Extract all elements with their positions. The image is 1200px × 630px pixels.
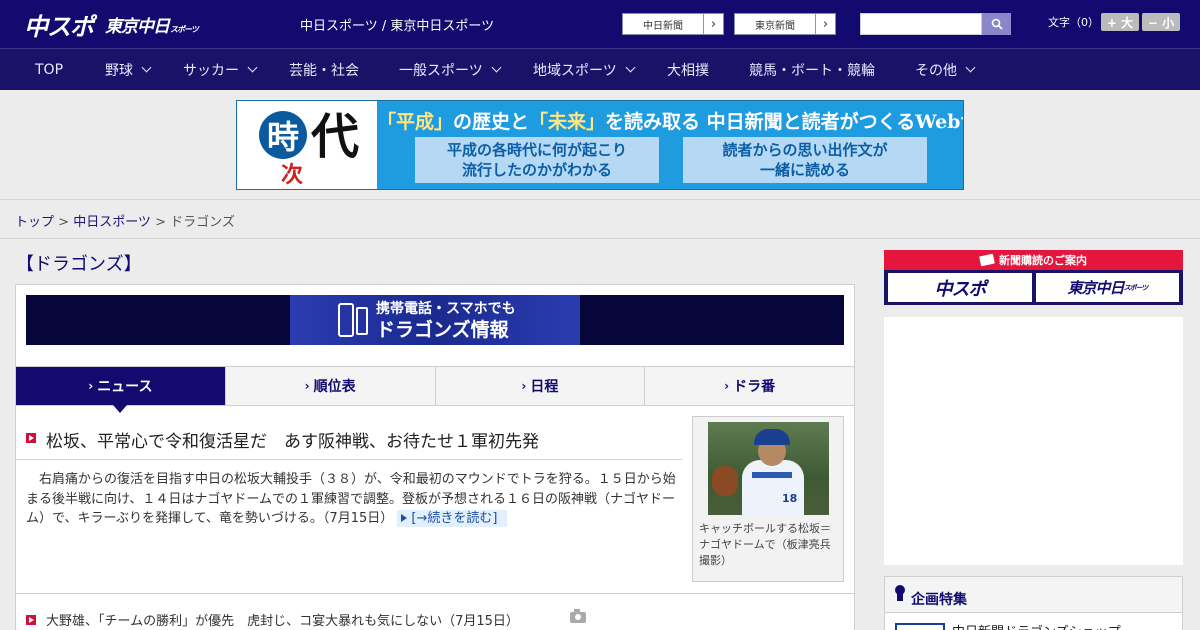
font-smaller-button[interactable]: − 小: [1142, 13, 1180, 31]
banner-headline: 「平成」の歴史と「未来」を読み取る 中日新聞と読者がつくるWebサイト: [377, 111, 963, 133]
site-logo[interactable]: 中スポ 東京中日スポーツ: [24, 7, 199, 42]
lead-article-body: 右肩痛からの復活を目指す中日の松坂大輔投手（３８）が、令和最初のマウンドでトラを…: [26, 472, 676, 527]
chevron-right-icon: ›: [724, 379, 730, 393]
camera-icon: [570, 609, 586, 623]
mobile-phone-icon: [356, 307, 368, 335]
nav-item-top[interactable]: TOP: [35, 49, 63, 90]
nav-item-entertainment[interactable]: 芸能・社会: [289, 49, 359, 90]
nav-item-other[interactable]: その他: [915, 49, 976, 90]
page-title: 【ドラゴンズ】: [16, 254, 142, 275]
lead-article-title[interactable]: 松坂、平常心で令和復活星だ あす阪神戦、お待たせ１軍初先発: [46, 427, 539, 452]
logo-tokyo-chunichi[interactable]: 東京中日スポーツ: [105, 12, 199, 37]
nav-item-soccer[interactable]: サッカー: [183, 49, 258, 90]
read-more-link[interactable]: [→続きを読む]: [397, 510, 508, 527]
tab-schedule[interactable]: › 日程: [435, 367, 646, 405]
tab-doraban[interactable]: › ドラ番: [645, 367, 854, 405]
main-nav: TOP 野球 サッカー 芸能・社会 一般スポーツ 地域スポーツ 大相撲 競馬・ボ…: [0, 48, 1200, 90]
tab-standings[interactable]: › 順位表: [225, 367, 436, 405]
chunichi-shimbun-link[interactable]: 中日新聞 ›: [622, 13, 724, 35]
chevron-right-icon: ›: [521, 379, 527, 393]
mobile-dragons-banner[interactable]: 携帯電話・スマホでも ドラゴンズ情報: [26, 295, 844, 345]
lead-photo[interactable]: 18: [708, 422, 829, 515]
shop-link[interactable]: 中日新聞ドラゴンズショップ: [952, 621, 1121, 630]
logo-chusupo[interactable]: 中スポ: [24, 7, 94, 42]
breadcrumb-top[interactable]: トップ: [15, 215, 54, 230]
feature-title: 企画特集: [911, 592, 967, 608]
top-header: 中スポ 東京中日スポーツ 中日スポーツ / 東京中日スポーツ 中日新聞 › 東京…: [0, 0, 1200, 48]
chevron-right-icon: ›: [703, 14, 723, 34]
subscribe-tokyo-chunichi-button[interactable]: 東京中日 スポーツ: [1036, 273, 1179, 302]
section-tabs: › ニュース › 順位表 › 日程 › ドラ番: [16, 366, 854, 413]
nav-item-local-sports[interactable]: 地域スポーツ: [533, 49, 636, 90]
article-bullet-icon: [26, 433, 36, 443]
font-bigger-button[interactable]: + 大: [1101, 13, 1139, 31]
news-list-item[interactable]: 大野雄、「チームの勝利」が優先 虎封じ、コ宴大暴れも気にしない（7月15日）: [46, 610, 519, 629]
play-arrow-icon: [401, 514, 408, 522]
chevron-right-icon: ›: [304, 379, 310, 393]
chevron-right-icon: ›: [815, 14, 835, 34]
banner-box-right: 読者からの思い出作文が 一緒に読める: [683, 137, 927, 183]
main-panel: 携帯電話・スマホでも ドラゴンズ情報 › ニュース › 順位表 › 日程 › ドラ番 松…: [15, 284, 855, 630]
banner-logo: 時 代 次: [237, 101, 377, 189]
ad-slot: [884, 317, 1183, 565]
subscription-box: 新聞購読のご案内 中スポ 東京中日 スポーツ: [884, 250, 1183, 305]
smartphone-icon: [338, 303, 354, 337]
chevron-down-icon: [965, 62, 976, 73]
divider: [16, 459, 682, 460]
nav-item-general-sports[interactable]: 一般スポーツ: [399, 49, 502, 90]
shop-thumbnail[interactable]: [895, 623, 945, 630]
chevron-down-icon: [625, 62, 636, 73]
photo-caption: キャッチボールする松坂＝ナゴヤドームで（板津亮兵撮影）: [699, 522, 831, 567]
divider: [16, 593, 854, 594]
subscribe-chusupo-button[interactable]: 中スポ: [888, 273, 1032, 302]
chevron-down-icon: [247, 62, 258, 73]
tab-news[interactable]: › ニュース: [16, 367, 226, 413]
chevron-down-icon: [141, 62, 152, 73]
breadcrumb-current: ドラゴンズ: [170, 215, 235, 230]
site-title: 中日スポーツ / 東京中日スポーツ: [300, 19, 495, 34]
search-button[interactable]: [982, 13, 1011, 35]
tokyo-shimbun-link[interactable]: 東京新聞 ›: [734, 13, 836, 35]
article-bullet-icon: [26, 615, 36, 625]
search-icon: [991, 18, 1003, 30]
newspaper-icon: [979, 253, 995, 267]
nav-item-racing[interactable]: 競馬・ボート・競輪: [749, 49, 875, 90]
breadcrumb: トップ > 中日スポーツ > ドラゴンズ: [15, 215, 235, 230]
banner-box-left: 平成の各時代に何が起こり 流行したのかがわかる: [415, 137, 659, 183]
chevron-down-icon: [491, 62, 502, 73]
feature-box: 企画特集 中日新聞ドラゴンズショップ: [884, 576, 1183, 630]
breadcrumb-bar: トップ > 中日スポーツ > ドラゴンズ: [0, 199, 1200, 239]
nav-item-sumo[interactable]: 大相撲: [667, 49, 709, 90]
nav-item-baseball[interactable]: 野球: [105, 49, 152, 90]
breadcrumb-chunichi-sports[interactable]: 中日スポーツ: [73, 215, 151, 230]
subscription-header: 新聞購読のご案内: [884, 250, 1183, 270]
search-input[interactable]: [860, 13, 982, 35]
chevron-right-icon: ›: [88, 379, 94, 393]
lead-photo-box: 18 キャッチボールする松坂＝ナゴヤドームで（板津亮兵撮影）: [692, 416, 844, 582]
ribbon-icon: [895, 585, 905, 601]
jidai-banner[interactable]: 時 代 次 「平成」の歴史と「未来」を読み取る 中日新聞と読者がつくるWebサイ…: [236, 100, 964, 190]
font-size-label: 文字（0）: [1048, 16, 1099, 29]
